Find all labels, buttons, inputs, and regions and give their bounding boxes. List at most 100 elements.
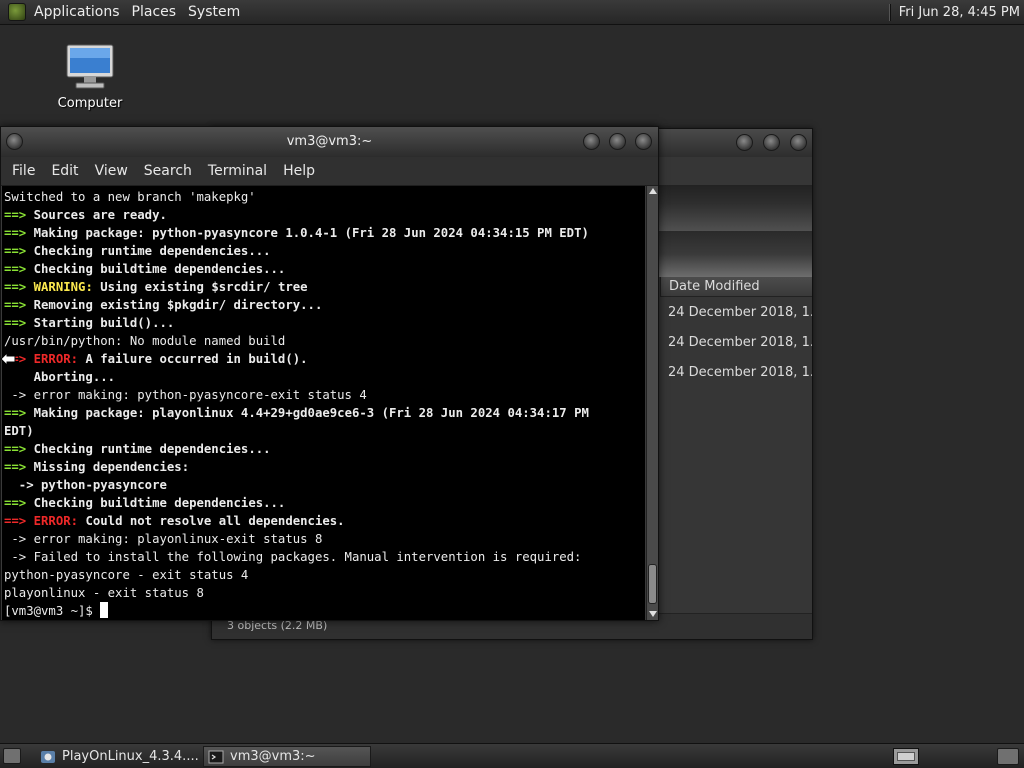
terminal-line: -> error making: playonlinux-exit status… (4, 530, 645, 548)
terminal-line: -> python-pyasyncore (4, 476, 645, 494)
show-desktop-icon[interactable] (3, 748, 21, 764)
top-panel: Applications Places System Fri Jun 28, 4… (0, 0, 1024, 25)
gnome-logo-icon[interactable] (8, 3, 26, 21)
terminal-line: EDT) (4, 422, 645, 440)
terminal-segment: Making package: python-pyasyncore 1.0.4-… (33, 226, 589, 240)
terminal-segment: Checking buildtime dependencies... (33, 496, 286, 510)
terminal-segment: ==> (4, 244, 34, 258)
terminal-segment: /usr/bin/python: No module named build (4, 334, 286, 348)
terminal-segment: Could not resolve all dependencies. (78, 514, 345, 528)
places-menu[interactable]: Places (126, 0, 183, 25)
terminal-segment: Making package: playonlinux 4.4+29+gd0ae… (33, 406, 589, 420)
terminal-line: -> Failed to install the following packa… (4, 548, 645, 566)
workspace-switcher[interactable] (893, 748, 919, 765)
terminal-prompt-line[interactable]: [vm3@vm3 ~]$ (4, 602, 645, 620)
taskbar-item-terminal[interactable]: vm3@vm3:~ (203, 746, 371, 767)
terminal-line: Aborting... (4, 368, 645, 386)
menu-help[interactable]: Help (275, 163, 323, 179)
terminal-segment: ERROR: (33, 514, 79, 528)
terminal-titlebar[interactable]: vm3@vm3:~ (1, 127, 658, 157)
terminal-segment: ==> (4, 208, 34, 222)
maximize-button[interactable] (609, 133, 626, 150)
terminal-segment: Checking runtime dependencies... (33, 244, 271, 258)
terminal-line: ==> WARNING: Using existing $srcdir/ tre… (4, 278, 645, 296)
bottom-panel: PlayOnLinux_4.3.4.... vm3@vm3:~ (0, 743, 1024, 768)
terminal-scrollbar[interactable] (646, 186, 658, 620)
terminal-line: Switched to a new branch 'makepkg' (4, 188, 645, 206)
trash-icon[interactable] (997, 748, 1019, 765)
file-list: 24 December 2018, 1... 24 December 2018,… (660, 298, 812, 388)
terminal-segment: Aborting... (4, 370, 116, 384)
terminal-line: /usr/bin/python: No module named build (4, 332, 645, 350)
clock[interactable]: Fri Jun 28, 4:45 PM (899, 5, 1024, 20)
terminal-line: ==> Making package: python-pyasyncore 1.… (4, 224, 645, 242)
terminal-segment: EDT) (4, 424, 34, 438)
scrollbar-thumb[interactable] (648, 564, 657, 604)
system-menu[interactable]: System (182, 0, 246, 25)
panel-separator (888, 4, 891, 21)
playonlinux-icon (41, 750, 55, 763)
menu-file[interactable]: File (4, 163, 43, 179)
terminal-segment: Removing existing $pkgdir/ directory... (33, 298, 323, 312)
terminal-line: ==> Making package: playonlinux 4.4+29+g… (4, 404, 645, 422)
terminal-segment: -> error making: python-pyasyncore-exit … (4, 388, 367, 402)
scroll-up-arrow-icon[interactable] (649, 188, 657, 194)
terminal-segment: ==> (4, 406, 34, 420)
terminal-segment: Checking buildtime dependencies... (33, 262, 286, 276)
terminal-segment: ==> (4, 262, 34, 276)
terminal-menubar: File Edit View Search Terminal Help (1, 157, 658, 186)
terminal-line: -> error making: python-pyasyncore-exit … (4, 386, 645, 404)
menu-edit[interactable]: Edit (43, 163, 86, 179)
terminal-line: ==> Checking runtime dependencies... (4, 440, 645, 458)
terminal-segment: ==> (4, 442, 34, 456)
terminal-line: ==> Checking buildtime dependencies... (4, 260, 645, 278)
terminal-segment: Checking runtime dependencies... (33, 442, 271, 456)
close-button[interactable] (635, 133, 652, 150)
file-row[interactable]: 24 December 2018, 1... (660, 328, 812, 358)
terminal-line: playonlinux - exit status 8 (4, 584, 645, 602)
column-header-date-modified[interactable]: Date Modified (660, 277, 812, 297)
terminal-segment: ==> (4, 460, 34, 474)
terminal-output[interactable]: Switched to a new branch 'makepkg' ==> So… (2, 186, 645, 620)
terminal-line: ==> ERROR: A failure occurred in build()… (4, 350, 645, 368)
terminal-segment: playonlinux - exit status 8 (4, 586, 204, 600)
taskbar-item-playonlinux[interactable]: PlayOnLinux_4.3.4.... (36, 746, 198, 767)
terminal-segment: Switched to a new branch 'makepkg' (4, 190, 256, 204)
terminal-segment: ==> (4, 226, 34, 240)
terminal-cursor (100, 602, 109, 618)
close-button[interactable] (790, 134, 807, 151)
terminal-segment: -> error making: playonlinux-exit status… (4, 532, 323, 546)
terminal-segment: ==> (4, 514, 34, 528)
terminal-segment: Missing dependencies: (33, 460, 190, 474)
terminal-line: python-pyasyncore - exit status 4 (4, 566, 645, 584)
terminal-segment: python-pyasyncore (41, 478, 167, 492)
menu-view[interactable]: View (87, 163, 136, 179)
workspace-window-thumbnail (897, 752, 915, 761)
terminal-segment: Sources are ready. (33, 208, 167, 222)
terminal-line: ==> Missing dependencies: (4, 458, 645, 476)
desktop-icon-label: Computer (57, 96, 123, 111)
terminal-segment: python-pyasyncore - exit status 4 (4, 568, 249, 582)
applications-menu[interactable]: Applications (28, 0, 126, 25)
terminal-line: ==> Starting build()... (4, 314, 645, 332)
menu-terminal[interactable]: Terminal (200, 163, 275, 179)
terminal-segment: ==> (4, 496, 34, 510)
minimize-button[interactable] (736, 134, 753, 151)
desktop-icon-computer[interactable]: Computer (50, 44, 130, 111)
file-row[interactable]: 24 December 2018, 1... (660, 358, 812, 388)
terminal-title: vm3@vm3:~ (286, 134, 373, 149)
minimize-button[interactable] (583, 133, 600, 150)
scroll-down-arrow-icon[interactable] (649, 611, 657, 617)
terminal-prompt: [vm3@vm3 ~]$ (4, 604, 101, 618)
maximize-button[interactable] (763, 134, 780, 151)
taskbar-item-label: vm3@vm3:~ (230, 749, 316, 764)
terminal-text: Switched to a new branch 'makepkg' ==> So… (2, 186, 645, 620)
terminal-line: ==> Sources are ready. (4, 206, 645, 224)
terminal-window: vm3@vm3:~ File Edit View Search Terminal… (0, 126, 659, 621)
clock-area: Fri Jun 28, 4:45 PM (888, 0, 1024, 25)
terminal-segment: Using existing $srcdir/ tree (92, 280, 308, 294)
terminal-segment: -> (4, 478, 42, 492)
terminal-segment: WARNING: (33, 280, 93, 294)
file-row[interactable]: 24 December 2018, 1... (660, 298, 812, 328)
menu-search[interactable]: Search (136, 163, 200, 179)
